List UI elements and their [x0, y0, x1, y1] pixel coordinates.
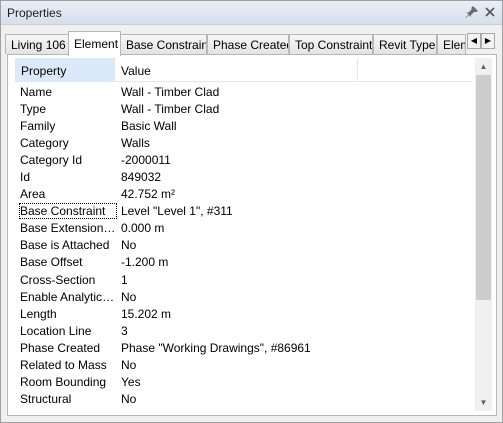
- properties-window: Properties Living 106 Element Base Const…: [0, 0, 503, 423]
- property-name: Base is Attached: [20, 238, 110, 253]
- tab-label: Elem: [443, 38, 465, 52]
- table-row[interactable]: Phase Created Phase "Working Drawings", #…: [15, 339, 473, 356]
- property-value[interactable]: 0: [121, 409, 128, 411]
- property-name: Category: [20, 136, 69, 151]
- property-value[interactable]: 15.202 m: [121, 307, 171, 321]
- table-row[interactable]: Type Wall - Timber Clad: [15, 100, 473, 117]
- property-value[interactable]: No: [121, 358, 136, 372]
- table-row[interactable]: Id 849032: [15, 168, 473, 185]
- header-divider: [357, 58, 358, 82]
- property-value[interactable]: 1: [121, 273, 128, 287]
- property-name: Related to Mass: [20, 357, 107, 372]
- property-value[interactable]: Basic Wall: [121, 119, 177, 133]
- arrow-down-icon: ▼: [479, 398, 488, 407]
- table-row[interactable]: Cross-Section 1: [15, 271, 473, 288]
- title-bar[interactable]: Properties: [1, 1, 502, 25]
- property-value[interactable]: Level "Level 1", #311: [121, 204, 233, 218]
- table-row[interactable]: Base Constraint Level "Level 1", #311: [15, 202, 473, 220]
- property-name: Length: [20, 306, 57, 321]
- property-name: Location Line: [20, 323, 92, 338]
- property-name: Name: [20, 85, 53, 99]
- table-row[interactable]: Category Walls: [15, 134, 473, 151]
- property-value[interactable]: -2000011: [121, 153, 171, 167]
- chevron-right-icon: ▶: [484, 36, 492, 45]
- property-value[interactable]: Yes: [121, 375, 141, 389]
- scroll-up-button[interactable]: ▲: [475, 58, 492, 75]
- property-value[interactable]: No: [121, 238, 136, 252]
- tab-scroll-left-button[interactable]: ◀: [467, 33, 481, 49]
- tab-scroll-right-button[interactable]: ▶: [481, 33, 495, 49]
- scroll-down-button[interactable]: ▼: [475, 394, 492, 411]
- arrow-up-icon: ▲: [479, 62, 488, 71]
- property-name: Cross-Section: [20, 272, 96, 287]
- property-name: Base Constraint: [19, 203, 117, 220]
- property-value[interactable]: 0.000 m: [121, 221, 164, 235]
- tab-label: Element: [74, 37, 119, 51]
- property-value[interactable]: -1.200 m: [121, 255, 168, 269]
- tab-revit-type[interactable]: Revit Type: [373, 34, 437, 54]
- tab-label: Base Constraint: [126, 38, 207, 52]
- table-row[interactable]: Base is Attached No: [15, 236, 473, 253]
- property-name: Base Offset: [20, 255, 83, 270]
- table-row[interactable]: Length 15.202 m: [15, 305, 473, 322]
- table-row[interactable]: Room Bounding Yes: [15, 373, 473, 390]
- property-name: Base Extension ...: [20, 221, 116, 236]
- tab-top-constraint[interactable]: Top Constraint: [289, 34, 373, 54]
- property-value[interactable]: Wall - Timber Clad: [121, 102, 219, 116]
- table-row[interactable]: Base Extension ... 0.000 m: [15, 219, 473, 236]
- table-row[interactable]: Area 42.752 m²: [15, 185, 473, 202]
- scroll-thumb[interactable]: [476, 75, 491, 300]
- tab-label: Revit Type: [379, 38, 436, 52]
- header-property[interactable]: Property: [15, 58, 115, 82]
- property-name: Structural Usage: [20, 409, 116, 411]
- tab-strip: Living 106 Element Base Constraint Phase…: [1, 31, 502, 56]
- pin-icon[interactable]: [464, 5, 480, 21]
- property-value[interactable]: 849032: [121, 170, 161, 184]
- chevron-left-icon: ◀: [470, 36, 478, 45]
- grid-rows: Name Wall - Timber Clad Type Wall - Timber …: [15, 83, 473, 411]
- property-value[interactable]: Phase "Working Drawings", #86961: [121, 341, 311, 355]
- property-grid: Property Value Name Wall - Timber Clad Typ…: [15, 58, 473, 411]
- tab-phase-created[interactable]: Phase Created: [207, 34, 289, 54]
- property-value[interactable]: No: [121, 290, 136, 304]
- table-row[interactable]: Enable Analytical... No: [15, 288, 473, 305]
- property-name: Area: [20, 187, 46, 202]
- tab-label: Phase Created: [213, 38, 289, 52]
- window-title: Properties: [7, 6, 62, 20]
- header-value[interactable]: Value: [121, 64, 151, 78]
- vertical-scrollbar[interactable]: ▲ ▼: [475, 58, 492, 411]
- tab-living-106[interactable]: Living 106: [5, 34, 69, 54]
- property-name: Room Bounding: [20, 374, 107, 389]
- tab-label: Top Constraint: [295, 38, 373, 52]
- grid-header: Property Value: [15, 58, 473, 82]
- tab-base-constraint[interactable]: Base Constraint: [120, 34, 207, 54]
- property-name: Id: [20, 170, 31, 185]
- property-value[interactable]: 42.752 m²: [121, 187, 175, 201]
- property-name: Category Id: [20, 153, 83, 168]
- close-icon[interactable]: [482, 5, 498, 21]
- property-name: Type: [20, 102, 47, 117]
- property-name: Phase Created: [20, 340, 101, 355]
- property-value[interactable]: Wall - Timber Clad: [121, 85, 219, 99]
- property-name: Structural: [20, 391, 72, 406]
- property-name: Enable Analytical...: [20, 289, 116, 304]
- property-value[interactable]: Walls: [121, 136, 150, 150]
- table-row[interactable]: Family Basic Wall: [15, 117, 473, 134]
- table-row[interactable]: Location Line 3: [15, 322, 473, 339]
- property-value[interactable]: No: [121, 392, 136, 406]
- tab-element[interactable]: Element: [68, 31, 121, 56]
- tab-label: Living 106: [11, 38, 66, 52]
- property-panel: Property Value Name Wall - Timber Clad Typ…: [7, 54, 497, 416]
- table-row[interactable]: Structural Usage 0: [15, 407, 473, 411]
- table-row[interactable]: Base Offset -1.200 m: [15, 253, 473, 270]
- property-name: Family: [20, 119, 56, 134]
- property-value[interactable]: 3: [121, 324, 128, 338]
- table-row[interactable]: Category Id -2000011: [15, 151, 473, 168]
- tab-elem[interactable]: Elem: [437, 34, 466, 54]
- table-row[interactable]: Related to Mass No: [15, 356, 473, 373]
- table-row[interactable]: Name Wall - Timber Clad: [15, 83, 473, 100]
- table-row[interactable]: Structural No: [15, 390, 473, 407]
